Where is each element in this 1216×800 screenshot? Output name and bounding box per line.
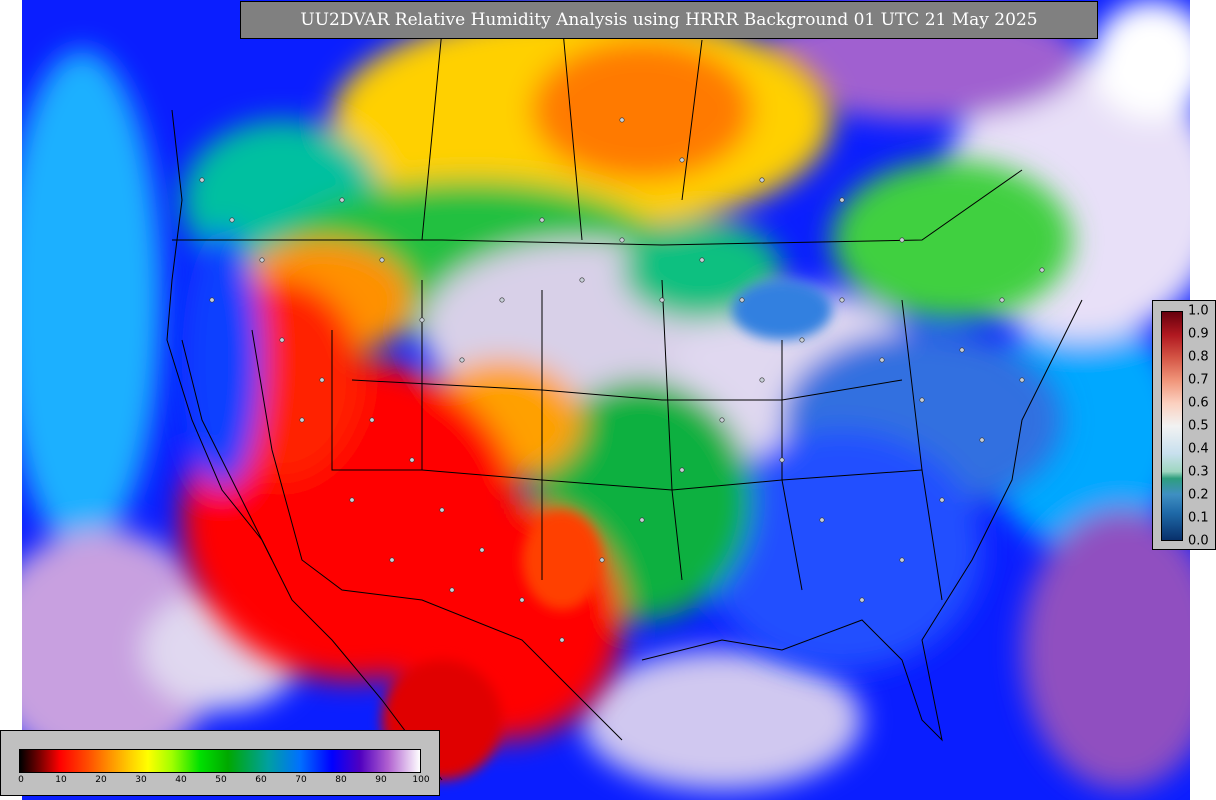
humidity-tick: 90	[375, 775, 387, 785]
observation-tick: 0.7	[1188, 372, 1209, 388]
observation-tick: 1.0	[1188, 303, 1209, 319]
humidity-tick: 100	[412, 775, 430, 785]
humidity-tick: 30	[135, 775, 147, 785]
humidity-colorbar-gradient	[19, 749, 421, 773]
humidity-tick: 20	[95, 775, 107, 785]
humidity-tick: 80	[335, 775, 347, 785]
observation-tick: 0.1	[1188, 510, 1209, 526]
observation-tick: 0.6	[1188, 395, 1209, 411]
humidity-tick: 10	[55, 775, 67, 785]
humidity-colorbar: 0 10 20 30 40 50 60 70 80 90 100	[0, 730, 440, 796]
observation-tick: 0.5	[1188, 418, 1209, 434]
map-title: UU2DVAR Relative Humidity Analysis using…	[300, 10, 1038, 30]
title-box: UU2DVAR Relative Humidity Analysis using…	[240, 1, 1098, 39]
humidity-tick: 60	[255, 775, 267, 785]
observation-tick: 0.0	[1188, 533, 1209, 549]
observation-tick: 0.9	[1188, 326, 1209, 342]
observation-tick: 0.4	[1188, 441, 1209, 457]
observation-tick: 0.8	[1188, 349, 1209, 365]
observation-tick: 0.2	[1188, 487, 1209, 503]
humidity-tick: 50	[215, 775, 227, 785]
humidity-tick: 40	[175, 775, 187, 785]
humidity-map	[22, 0, 1190, 800]
humidity-tick: 70	[295, 775, 307, 785]
observation-colorbar-gradient	[1161, 311, 1183, 541]
humidity-tick: 0	[18, 775, 24, 785]
observation-colorbar: 1.0 0.9 0.8 0.7 0.6 0.5 0.4 0.3 0.2 0.1 …	[1152, 300, 1216, 550]
observation-tick: 0.3	[1188, 464, 1209, 480]
